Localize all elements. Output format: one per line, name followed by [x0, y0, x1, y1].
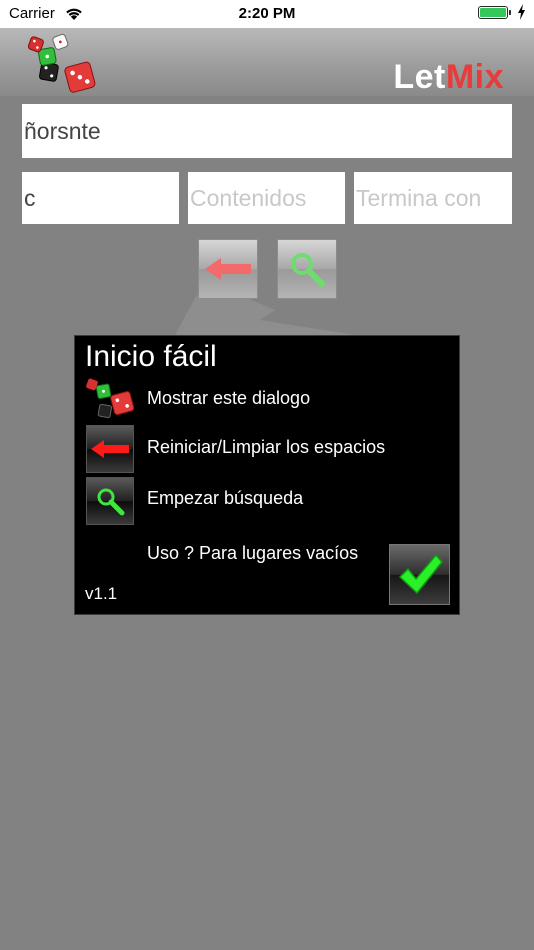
- ok-button[interactable]: [389, 544, 450, 605]
- app-header: LetMix: [0, 28, 534, 96]
- contains-input[interactable]: [188, 172, 345, 224]
- help-dialog: Inicio fácil Mostrar este dialogo Reinic…: [74, 335, 460, 615]
- red-arrow-left-icon: [205, 258, 251, 280]
- dialog-item-show-dialog: Mostrar este dialogo: [147, 388, 311, 408]
- magnifier-icon: [291, 253, 325, 287]
- red-arrow-left-icon: [91, 440, 129, 458]
- search-button[interactable]: [277, 239, 337, 299]
- app-brand: LetMix: [393, 58, 504, 97]
- battery-icon: [478, 6, 511, 19]
- status-time: 2:20 PM: [238, 5, 296, 22]
- status-bar: Carrier 2:20 PM: [0, 0, 534, 28]
- dialog-item-wildcard: Uso ? Para lugares vacíos: [147, 543, 359, 563]
- version-label: v1.1: [85, 584, 118, 603]
- starts-with-input[interactable]: [22, 172, 179, 224]
- dice-logo-icon: [86, 378, 134, 419]
- magnifier-icon: [97, 488, 125, 516]
- green-check-icon: [398, 553, 443, 595]
- brand-let: Let: [393, 58, 446, 96]
- charging-bolt-icon: [518, 4, 525, 20]
- dialog-item-search: Empezar búsqueda: [147, 488, 304, 508]
- brand-mix: Mix: [445, 58, 504, 96]
- letters-input[interactable]: [22, 104, 512, 158]
- search-icon-box: [86, 477, 134, 525]
- ends-with-input[interactable]: [354, 172, 512, 224]
- dice-logo-icon[interactable]: [24, 32, 96, 100]
- reset-button[interactable]: [198, 239, 258, 299]
- dialog-title: Inicio fácil: [85, 340, 217, 373]
- dialog-item-reset: Reiniciar/Limpiar los espacios: [147, 437, 386, 457]
- reset-icon-box: [86, 425, 134, 473]
